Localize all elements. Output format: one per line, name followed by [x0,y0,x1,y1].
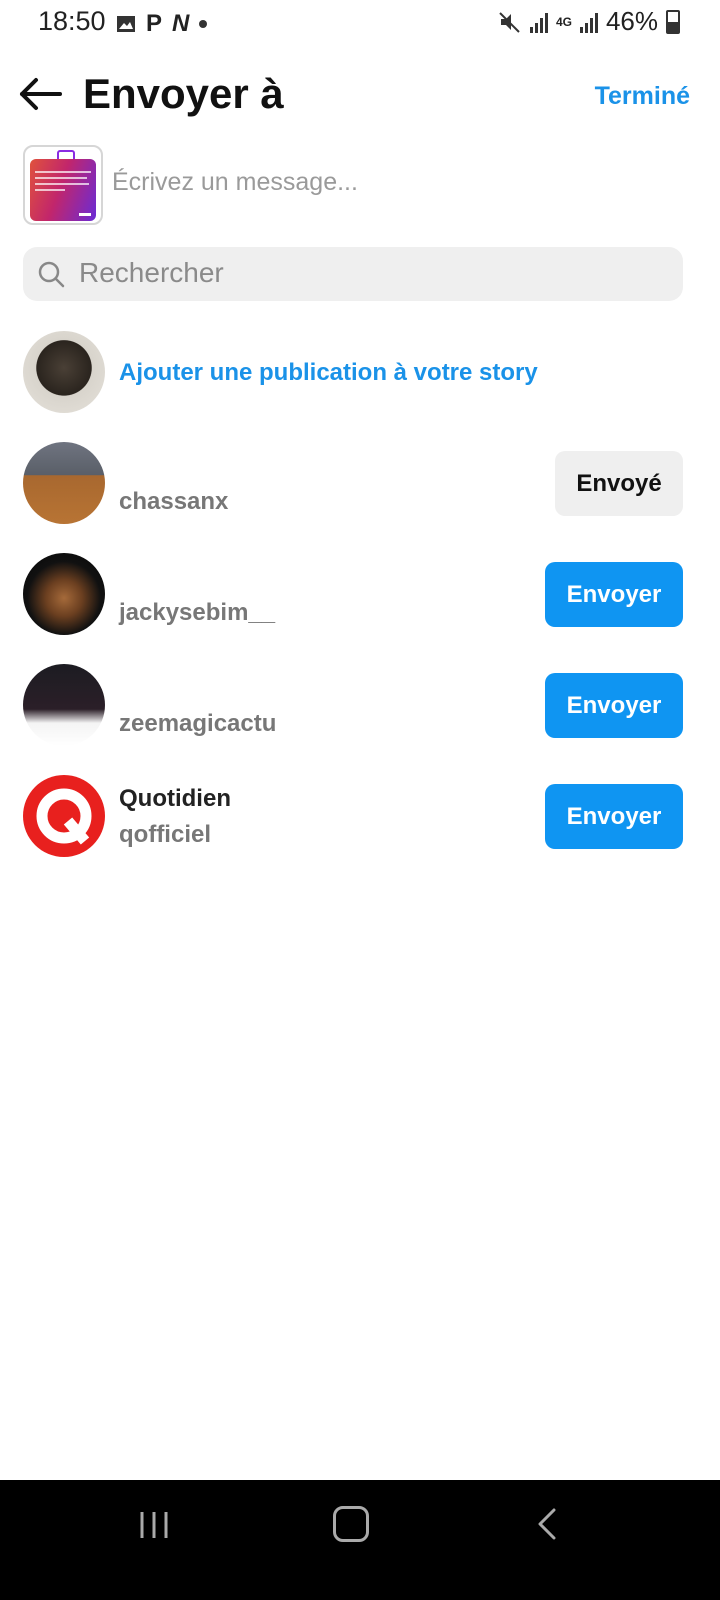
arrow-left-icon [20,78,62,110]
send-button[interactable]: Envoyer [545,673,683,738]
post-card-image [30,159,96,221]
navigation-bar [0,1480,720,1600]
list-item: jackysebim__ Envoyer [0,553,720,637]
status-time: 18:50 [38,6,106,36]
list-item: Quotidien qofficiel Envoyer [0,775,720,859]
search-bar[interactable]: Rechercher [23,247,683,301]
search-icon [38,261,65,288]
display-name: Quotidien [119,785,231,812]
battery-icon [666,9,680,34]
send-button[interactable]: Envoyer [545,784,683,849]
username: chassanx [119,488,229,515]
recents-icon[interactable] [138,1510,170,1540]
post-thumbnail [23,145,103,225]
dot-icon [199,20,208,28]
message-input[interactable]: Écrivez un message... [112,168,358,197]
username: zeemagicactu [119,710,277,737]
search-input[interactable]: Rechercher [79,257,224,289]
status-right: 4G 46% [498,6,680,37]
pinterest-icon: P [146,10,163,37]
avatar [23,331,105,413]
signal-icon [579,11,598,33]
send-button[interactable]: Envoyer [545,562,683,627]
image-icon [117,16,135,32]
avatar [23,442,105,524]
n-app-icon: N [172,10,190,37]
quotidien-logo [23,775,105,857]
avatar [23,664,105,746]
add-to-story-link[interactable]: Ajouter une publication à votre story [119,359,538,387]
page-title: Envoyer à [83,70,284,117]
home-icon[interactable] [333,1506,369,1542]
status-bar: 18:50 P N 4G 46% [0,0,720,48]
4g-icon: 4G [555,14,572,29]
q-logo-icon [36,788,92,845]
add-to-story-row[interactable]: Ajouter une publication à votre story [0,331,720,415]
battery-text: 46% [605,6,658,36]
username: qofficiel [119,821,212,848]
status-left-icons: P N [116,10,208,38]
list-item: chassanx Envoyé [0,442,720,526]
back-nav-icon[interactable] [536,1508,560,1540]
header: Envoyer à Terminé [0,62,720,132]
arrow-right-icon [79,213,91,216]
signal-icon [529,11,548,33]
avatar [23,553,105,635]
username: jackysebim__ [119,599,276,626]
mute-icon [499,11,520,33]
list-item: zeemagicactu Envoyer [0,664,720,748]
sent-button[interactable]: Envoyé [555,451,683,516]
done-button[interactable]: Terminé [595,82,690,111]
back-button[interactable] [18,74,66,114]
